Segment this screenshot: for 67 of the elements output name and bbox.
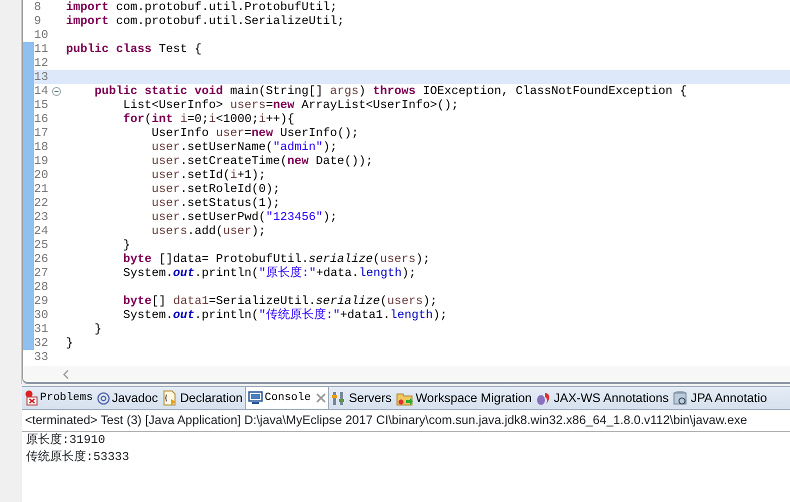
line-number: 14 bbox=[34, 84, 48, 98]
panel-tab[interactable]: Workspace Migration bbox=[394, 387, 534, 409]
scroll-left-icon[interactable] bbox=[63, 370, 69, 378]
line-number: 24 bbox=[34, 224, 48, 238]
collapse-icon[interactable] bbox=[52, 87, 61, 96]
code-line: public static void main(String[] args) throws IOException, ClassNotFoundException { bbox=[94, 84, 687, 98]
code-line: byte []data= ProtobufUtil.serialize(users); bbox=[122, 252, 430, 266]
line-number: 33 bbox=[34, 350, 48, 364]
line-number: 23 bbox=[34, 210, 48, 224]
line-number: 21 bbox=[34, 182, 48, 196]
code-line: List<UserInfo> users=new ArrayList<UserInfo>(); bbox=[122, 98, 458, 112]
code-line: } bbox=[65, 336, 74, 350]
code-line: for(int i=0;i<1000;i++){ bbox=[122, 112, 294, 126]
line-number: 27 bbox=[34, 266, 48, 280]
line-number: 30 bbox=[34, 308, 48, 322]
code-line: user.setCreateTime(new Date()); bbox=[150, 154, 373, 168]
line-number: 31 bbox=[34, 322, 48, 336]
line-number: 16 bbox=[34, 112, 48, 126]
code-line: UserInfo user=new UserInfo(); bbox=[150, 126, 359, 140]
panel-tab[interactable]: JPA Annotatio bbox=[670, 387, 769, 409]
line-number: 8 bbox=[34, 0, 42, 14]
line-number: 26 bbox=[34, 252, 48, 266]
line-number: 28 bbox=[34, 280, 48, 294]
code-line: user.setRoleId(0); bbox=[150, 182, 280, 196]
line-number: 19 bbox=[34, 154, 48, 168]
panel-tab[interactable]: Problems bbox=[22, 387, 95, 409]
code-line: public class Test { bbox=[65, 42, 202, 56]
folder-icon bbox=[396, 390, 414, 406]
line-number: 11 bbox=[34, 42, 48, 56]
console-output-line: 传统原长度:53333 bbox=[25, 449, 130, 466]
code-line: } bbox=[122, 238, 130, 252]
line-number: 29 bbox=[34, 294, 48, 308]
code-line: System.out.println("原长度:"+data.length); bbox=[122, 266, 416, 280]
line-number: 25 bbox=[34, 238, 48, 252]
panel-tab[interactable]: Console bbox=[244, 387, 329, 409]
error-icon bbox=[24, 390, 38, 406]
panel-tab[interactable]: JAX-WS Annotations bbox=[534, 387, 671, 409]
server-icon bbox=[330, 390, 347, 406]
document-icon bbox=[162, 390, 178, 406]
line-number: 13 bbox=[34, 70, 48, 84]
line-number: 15 bbox=[34, 98, 48, 112]
panel-tab[interactable]: Servers bbox=[328, 387, 394, 409]
line-number: 12 bbox=[34, 56, 48, 70]
monitor-icon bbox=[248, 391, 263, 405]
console-output-line: 原长度:31910 bbox=[25, 432, 106, 449]
code-line: byte[] data1=SerializeUtil.serialize(users); bbox=[122, 294, 438, 308]
line-number: 22 bbox=[34, 196, 48, 210]
line-number: 9 bbox=[34, 14, 42, 28]
code-line: } bbox=[94, 322, 102, 336]
line-number: 20 bbox=[34, 168, 48, 182]
code-line: users.add(user); bbox=[150, 224, 266, 238]
panel-tab[interactable]: Javadoc bbox=[94, 387, 160, 409]
code-line: user.setUserPwd("123456"); bbox=[150, 210, 338, 224]
console-header: <terminated> Test (3) [Java Application] D:\java\MyEclipse 2017 CI\binary\com.sun.java.jdk8.win32.x86_64_1.8.0.v112\bin\javaw.exe bbox=[22, 410, 790, 432]
line-number: 10 bbox=[34, 28, 48, 42]
code-line: import com.protobuf.util.SerializeUtil; bbox=[65, 14, 344, 28]
database-icon bbox=[672, 390, 689, 406]
code-line: System.out.println("传统原长度:"+data1.length); bbox=[122, 308, 448, 322]
line-number: 32 bbox=[34, 336, 48, 350]
code-line: user.setStatus(1); bbox=[150, 196, 280, 210]
panel-tab[interactable]: Declaration bbox=[160, 387, 245, 409]
close-icon[interactable] bbox=[316, 393, 326, 403]
line-number: 17 bbox=[34, 126, 48, 140]
code-line: import com.protobuf.util.ProtobufUtil; bbox=[65, 0, 338, 14]
code-line: user.setUserName("admin"); bbox=[150, 140, 338, 154]
code-line: user.setId(i+1); bbox=[150, 168, 266, 182]
line-number: 18 bbox=[34, 140, 48, 154]
